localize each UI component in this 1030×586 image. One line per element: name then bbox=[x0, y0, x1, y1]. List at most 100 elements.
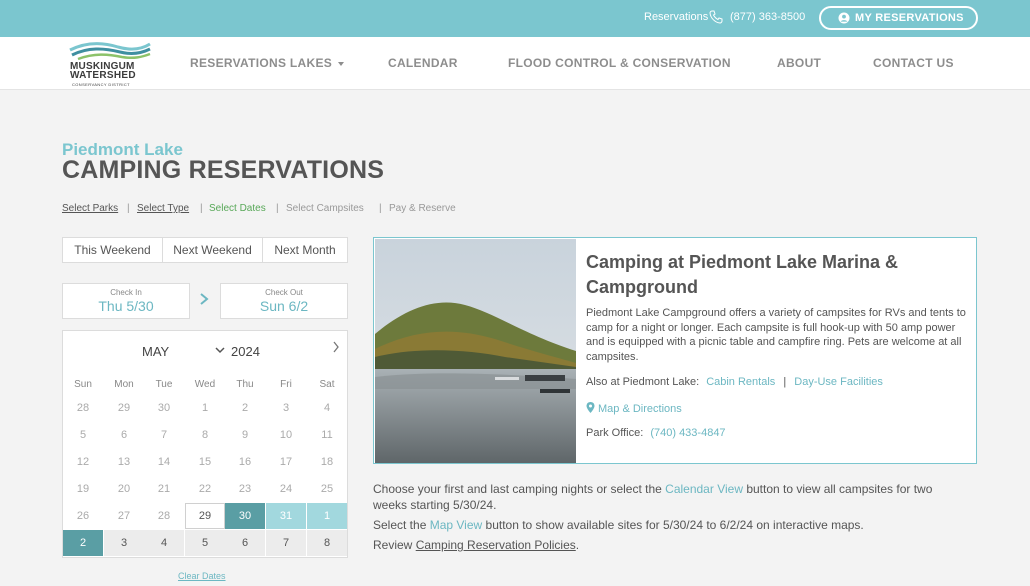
main-nav: MUSKINGUM WATERSHED CONSERVANCY DISTRICT… bbox=[0, 37, 1030, 90]
step-select-type[interactable]: Select Type bbox=[137, 203, 189, 214]
calendar-day[interactable]: 30 bbox=[225, 503, 265, 529]
check-out-field[interactable]: Check Out Sun 6/2 bbox=[220, 283, 348, 319]
calendar-day: 6 bbox=[120, 429, 128, 441]
instruction-text: . bbox=[575, 538, 580, 552]
chevron-down-icon bbox=[338, 61, 345, 66]
calendar-day: 28 bbox=[157, 510, 171, 522]
step-select-parks[interactable]: Select Parks bbox=[62, 203, 118, 214]
instruction-policies: Review Camping Reservation Policies. bbox=[373, 537, 953, 553]
park-office: Park Office: (740) 433-4847 bbox=[586, 427, 726, 439]
check-out-value: Sun 6/2 bbox=[259, 298, 309, 314]
step-separator: | bbox=[200, 203, 203, 214]
calendar-day[interactable]: 5 bbox=[185, 530, 225, 556]
reservations-link[interactable]: Reservations bbox=[644, 11, 708, 23]
calendar-day: 10 bbox=[279, 429, 293, 441]
calendar-day: 26 bbox=[76, 510, 90, 522]
calendar-day[interactable]: 4 bbox=[144, 530, 184, 556]
cabin-rentals-link[interactable]: Cabin Rentals bbox=[706, 376, 775, 388]
nav-about[interactable]: ABOUT bbox=[777, 56, 821, 70]
calendar-day: 5 bbox=[79, 429, 87, 441]
calendar-day: 2 bbox=[241, 402, 249, 414]
calendar-day[interactable]: 1 bbox=[307, 503, 347, 529]
instructions: Choose your first and last camping night… bbox=[373, 481, 953, 557]
map-pin-icon bbox=[586, 402, 595, 413]
calendar-day: 18 bbox=[320, 456, 334, 468]
check-in-value: Thu 5/30 bbox=[98, 298, 154, 314]
step-select-campsites: Select Campsites bbox=[286, 203, 364, 214]
calendar-day: 16 bbox=[238, 456, 252, 468]
calendar-day: 22 bbox=[198, 483, 212, 495]
instruction-text: Review bbox=[373, 538, 416, 552]
calendar-day: 25 bbox=[320, 483, 334, 495]
calendar-day[interactable]: 31 bbox=[266, 503, 306, 529]
calendar-day: 4 bbox=[323, 402, 331, 414]
weekday-label: Fri bbox=[280, 379, 292, 390]
instruction-text: button to show available sites for 5/30/… bbox=[482, 518, 864, 532]
calendar-day: 23 bbox=[238, 483, 252, 495]
calendar-day: 9 bbox=[241, 429, 249, 441]
calendar-view-link[interactable]: Calendar View bbox=[665, 482, 743, 496]
weekday-label: Tue bbox=[155, 379, 173, 390]
park-office-label: Park Office: bbox=[586, 427, 644, 439]
also-at-lake: Also at Piedmont Lake: Cabin Rentals | D… bbox=[586, 376, 883, 388]
calendar-day: 30 bbox=[157, 402, 171, 414]
calendar-day: 20 bbox=[117, 483, 131, 495]
calendar-day[interactable]: 29 bbox=[185, 503, 225, 529]
calendar-day: 29 bbox=[117, 402, 131, 414]
day-use-facilities-link[interactable]: Day-Use Facilities bbox=[794, 376, 883, 388]
page-title: CAMPING RESERVATIONS bbox=[62, 156, 385, 184]
card-title: Camping at Piedmont Lake Marina & Campgr… bbox=[586, 252, 899, 297]
calendar-day: 28 bbox=[76, 402, 90, 414]
top-bar: Reservations (877) 363-8500 MY RESERVATI… bbox=[0, 0, 1030, 37]
park-office-phone[interactable]: (740) 433-4847 bbox=[650, 427, 725, 439]
calendar-day: 24 bbox=[279, 483, 293, 495]
calendar-day[interactable]: 7 bbox=[266, 530, 306, 556]
calendar-day[interactable]: 8 bbox=[307, 530, 347, 556]
chevron-down-icon[interactable] bbox=[215, 347, 225, 354]
my-reservations-label: MY RESERVATIONS bbox=[855, 12, 964, 24]
instruction-map: Select the Map View button to show avail… bbox=[373, 517, 953, 533]
check-in-field[interactable]: Check In Thu 5/30 bbox=[62, 283, 190, 319]
nav-reservations-lakes-label: RESERVATIONS LAKES bbox=[190, 56, 333, 70]
next-month-arrow-icon[interactable] bbox=[332, 341, 340, 353]
logo[interactable]: MUSKINGUM WATERSHED CONSERVANCY DISTRICT bbox=[68, 42, 154, 88]
calendar-day: 12 bbox=[76, 456, 90, 468]
clear-dates-link[interactable]: Clear Dates bbox=[178, 571, 226, 581]
next-weekend-button[interactable]: Next Weekend bbox=[163, 238, 263, 262]
nav-contact-us[interactable]: CONTACT US bbox=[873, 56, 954, 70]
link-separator: | bbox=[783, 376, 787, 388]
camping-policies-link[interactable]: Camping Reservation Policies bbox=[416, 538, 576, 552]
map-view-link[interactable]: Map View bbox=[430, 518, 482, 532]
calendar-day: 14 bbox=[157, 456, 171, 468]
calendar-day: 17 bbox=[279, 456, 293, 468]
nav-calendar[interactable]: CALENDAR bbox=[388, 56, 458, 70]
user-icon bbox=[838, 12, 850, 24]
weekday-label: Wed bbox=[194, 379, 216, 390]
next-month-button[interactable]: Next Month bbox=[263, 238, 347, 262]
step-select-dates: Select Dates bbox=[209, 203, 266, 214]
year-select[interactable]: 2024 bbox=[231, 344, 260, 359]
phone-number[interactable]: (877) 363-8500 bbox=[730, 11, 805, 23]
chevron-right-icon bbox=[200, 293, 209, 305]
month-select[interactable]: MAY bbox=[142, 344, 169, 359]
calendar-day: 19 bbox=[76, 483, 90, 495]
calendar-day: 15 bbox=[198, 456, 212, 468]
calendar-day: 11 bbox=[321, 429, 333, 441]
weekday-label: Sat bbox=[319, 379, 335, 390]
calendar-day: 8 bbox=[201, 429, 209, 441]
phone-icon bbox=[709, 10, 723, 24]
instruction-text: Choose your first and last camping night… bbox=[373, 482, 666, 496]
calendar-day[interactable]: 3 bbox=[104, 530, 144, 556]
campground-card: Camping at Piedmont Lake Marina & Campgr… bbox=[373, 237, 977, 464]
check-in-label: Check In bbox=[110, 288, 142, 297]
calendar-day[interactable]: 2 bbox=[63, 530, 103, 556]
my-reservations-button[interactable]: MY RESERVATIONS bbox=[819, 6, 978, 30]
card-description: Piedmont Lake Campground offers a variet… bbox=[586, 307, 966, 363]
nav-flood-control[interactable]: FLOOD CONTROL & CONSERVATION bbox=[508, 56, 731, 70]
weekday-label: Sun bbox=[74, 379, 92, 390]
calendar-day: 21 bbox=[157, 483, 171, 495]
calendar-day[interactable]: 6 bbox=[225, 530, 265, 556]
nav-reservations-lakes[interactable]: RESERVATIONS LAKES bbox=[190, 56, 345, 70]
this-weekend-button[interactable]: This Weekend bbox=[63, 238, 163, 262]
map-directions-link[interactable]: Map & Directions bbox=[586, 402, 682, 415]
